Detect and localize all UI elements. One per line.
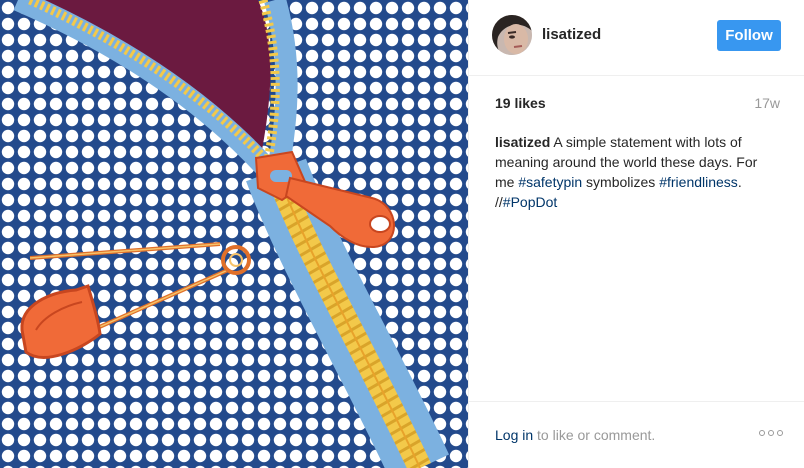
follow-button[interactable]: Follow <box>717 20 781 51</box>
likes-count[interactable]: 19 likes <box>495 95 546 111</box>
avatar[interactable] <box>492 15 532 55</box>
login-prompt: Log in to like or comment. <box>495 427 655 443</box>
hashtag-safetypin-link[interactable]: #safetypin <box>518 174 582 190</box>
dot-icon <box>777 430 783 436</box>
post-container: lisatized Follow 19 likes 17w lisatized … <box>0 0 804 468</box>
post-footer: Log in to like or comment. <box>469 401 804 468</box>
caption-username-link[interactable]: lisatized <box>495 134 550 150</box>
post-header: lisatized Follow <box>469 0 804 76</box>
login-prompt-text: to like or comment. <box>533 427 656 443</box>
caption-text: symbolizes <box>582 174 660 190</box>
login-link[interactable]: Log in <box>495 427 533 443</box>
hashtag-friendliness-link[interactable]: #friendliness <box>659 174 738 190</box>
post-sidebar: lisatized Follow 19 likes 17w lisatized … <box>468 0 804 468</box>
dot-icon <box>759 430 765 436</box>
post-caption: lisatized A simple statement with lots o… <box>495 132 779 212</box>
avatar-photo <box>492 15 532 55</box>
username-link[interactable]: lisatized <box>542 26 601 43</box>
dot-icon <box>768 430 774 436</box>
post-image[interactable] <box>0 0 468 468</box>
more-options-icon[interactable] <box>759 430 783 436</box>
hashtag-popdot-link[interactable]: #PopDot <box>503 194 557 210</box>
post-artwork <box>0 0 468 468</box>
post-age[interactable]: 17w <box>754 95 780 111</box>
